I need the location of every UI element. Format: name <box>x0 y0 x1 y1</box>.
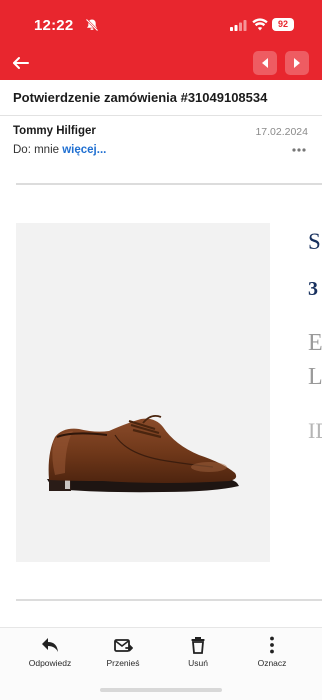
app-bar <box>0 46 322 80</box>
sender-name[interactable]: Tommy Hilfiger <box>13 125 96 137</box>
cut-off-text: L <box>308 364 322 390</box>
header: 12:22 92 <box>0 0 322 80</box>
divider <box>0 115 322 116</box>
content-divider <box>16 599 322 601</box>
content-divider <box>16 183 322 185</box>
chevron-left-icon <box>262 58 268 68</box>
reply-label: Odpowiedz <box>28 658 72 668</box>
product-image[interactable] <box>16 223 270 562</box>
back-arrow-icon[interactable] <box>8 51 34 75</box>
reply-icon <box>42 638 58 652</box>
cut-off-text: S <box>308 229 321 254</box>
recipient-prefix: Do: mnie <box>13 144 60 156</box>
email-subject: Potwierdzenie zamówienia #31049108534 <box>13 90 268 105</box>
battery-indicator: 92 <box>272 18 294 31</box>
mark-button[interactable]: Oznacz <box>237 636 307 676</box>
move-to-folder-icon <box>114 639 133 652</box>
cut-off-text: 3 <box>308 278 318 300</box>
cut-off-text: ID <box>308 418 322 443</box>
mark-label: Oznacz <box>257 658 287 668</box>
status-bar: 12:22 92 <box>0 0 322 46</box>
delete-label: Usuń <box>188 658 208 668</box>
status-time: 12:22 <box>34 17 74 34</box>
bell-off-icon <box>85 18 99 32</box>
cut-off-text: E <box>308 330 322 356</box>
previous-email-button[interactable] <box>253 51 277 75</box>
chevron-right-icon <box>294 58 300 68</box>
reply-button[interactable]: Odpowiedz <box>15 636 85 676</box>
vertical-dots-icon <box>270 636 274 654</box>
next-email-button[interactable] <box>285 51 309 75</box>
more-options-icon[interactable] <box>292 145 306 155</box>
wifi-icon <box>252 18 268 31</box>
cellular-signal-icon <box>230 20 247 31</box>
delete-button[interactable]: Usuń <box>163 636 233 676</box>
move-button[interactable]: Przenieś <box>88 636 158 676</box>
move-label: Przenieś <box>106 658 140 668</box>
trash-icon <box>191 637 205 654</box>
brown-shoe-image <box>47 414 239 493</box>
show-more-link[interactable]: więcej... <box>62 144 106 156</box>
home-indicator <box>100 688 222 692</box>
email-date: 17.02.2024 <box>255 126 308 138</box>
recipient-line: Do: mnie więcej... <box>13 144 106 156</box>
